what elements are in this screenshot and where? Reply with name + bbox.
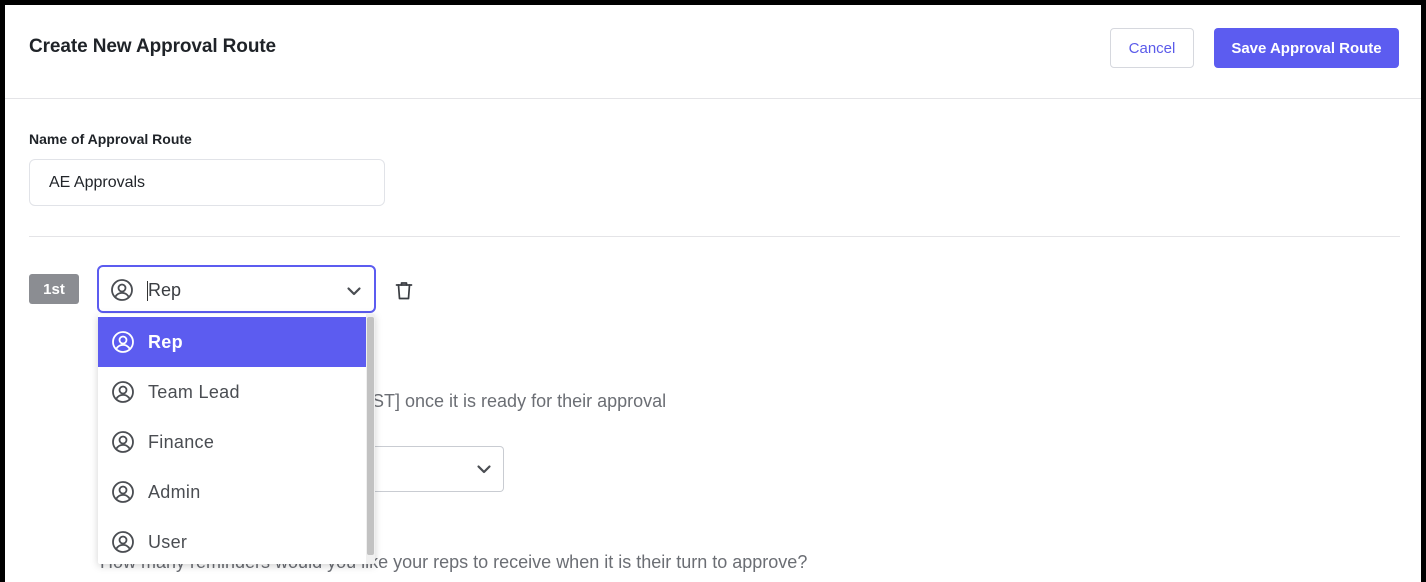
- approval-route-editor: Create New Approval Route Cancel Save Ap…: [5, 5, 1421, 582]
- user-circle-icon: [111, 380, 135, 404]
- dropdown-scrollbar[interactable]: [366, 314, 375, 564]
- step-order-badge: 1st: [29, 274, 79, 304]
- approver-role-dropdown: Rep Team Lead Finance Admin User: [98, 314, 375, 564]
- user-circle-icon: [111, 530, 135, 554]
- role-option-label: Team Lead: [148, 381, 240, 402]
- role-option-user[interactable]: User: [98, 517, 366, 564]
- page-title: Create New Approval Route: [29, 36, 277, 57]
- role-option-team-lead[interactable]: Team Lead: [98, 367, 366, 417]
- notify-description: PST] once it is ready for their approval: [360, 391, 667, 411]
- chevron-down-icon[interactable]: [345, 282, 363, 300]
- user-circle-icon: [110, 278, 134, 302]
- chevron-down-icon: [475, 460, 493, 478]
- role-option-label: Admin: [148, 481, 201, 502]
- role-option-label: Rep: [148, 331, 183, 352]
- role-option-label: User: [148, 531, 188, 552]
- route-name-label: Name of Approval Route: [29, 131, 192, 147]
- approver-role-value: Rep: [148, 280, 182, 300]
- role-option-rep[interactable]: Rep: [98, 317, 366, 367]
- dropdown-scroll-thumb[interactable]: [367, 317, 374, 555]
- page-header: Create New Approval Route Cancel Save Ap…: [5, 5, 1421, 99]
- role-option-list: Rep Team Lead Finance Admin User: [98, 317, 366, 564]
- approver-role-select[interactable]: Rep: [97, 265, 376, 313]
- role-option-finance[interactable]: Finance: [98, 417, 366, 467]
- user-circle-icon: [111, 330, 135, 354]
- role-option-admin[interactable]: Admin: [98, 467, 366, 517]
- section-divider: [29, 236, 1400, 237]
- trash-icon[interactable]: [394, 280, 414, 301]
- route-name-input[interactable]: [29, 159, 385, 206]
- save-approval-route-button[interactable]: Save Approval Route: [1214, 28, 1399, 68]
- user-circle-icon: [111, 430, 135, 454]
- user-circle-icon: [111, 480, 135, 504]
- cancel-button[interactable]: Cancel: [1110, 28, 1194, 68]
- role-option-label: Finance: [148, 431, 215, 452]
